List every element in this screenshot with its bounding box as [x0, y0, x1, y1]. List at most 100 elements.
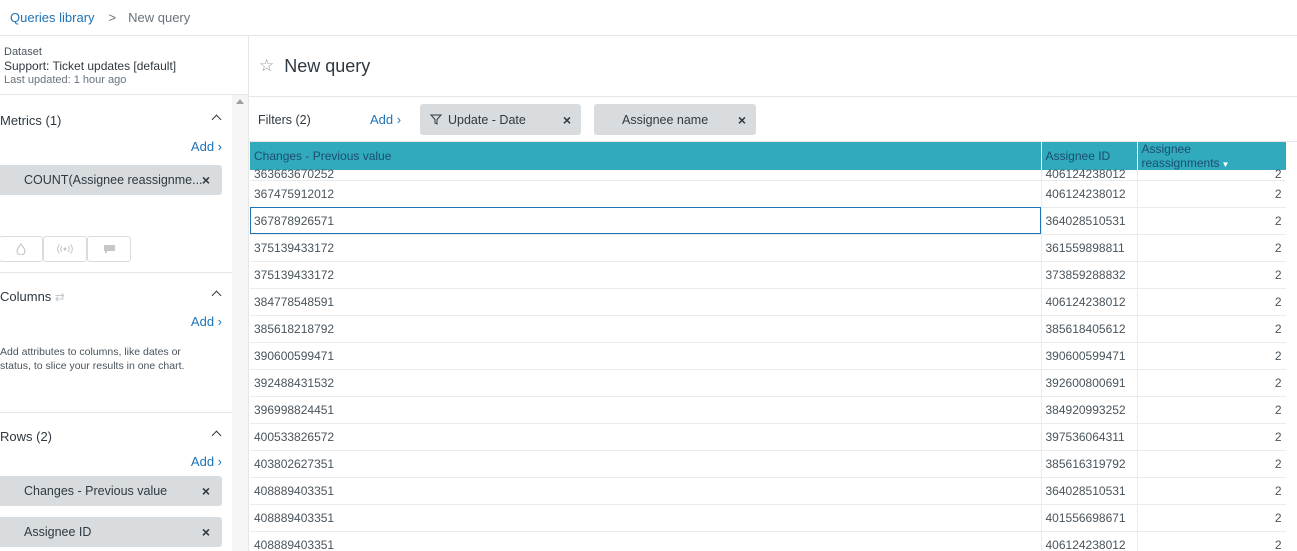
swap-icon[interactable]: ⇄ — [55, 290, 65, 304]
table-cell[interactable]: 2 — [1137, 531, 1286, 551]
dataset-label: Dataset — [4, 46, 42, 58]
table-cell[interactable]: 384778548591 — [250, 288, 1042, 316]
table-cell[interactable]: 2 — [1137, 261, 1286, 289]
table-row[interactable]: 384778548591 406124238012 2 — [250, 288, 1286, 316]
table-cell[interactable]: 2 — [1137, 450, 1286, 478]
remove-row-icon[interactable]: × — [202, 524, 210, 540]
rows-add-link[interactable]: Add › — [191, 454, 222, 469]
column-header-sorted[interactable]: Assignee reassignments ▼ — [1137, 142, 1286, 170]
table-cell[interactable]: 367878926571 — [250, 207, 1042, 235]
dataset-name: Support: Ticket updates [default] — [4, 59, 177, 73]
filters-add-link[interactable]: Add › — [370, 112, 401, 127]
table-cell[interactable]: 2 — [1137, 369, 1286, 397]
table-cell[interactable]: 2 — [1137, 477, 1286, 505]
columns-collapse-chevron-icon[interactable] — [211, 290, 222, 301]
breadcrumb-separator: > — [108, 10, 117, 25]
table-cell[interactable]: 2 — [1137, 207, 1286, 235]
table-row[interactable]: 408889403351 401556698671 2 — [250, 504, 1286, 532]
row-pill-assignee-id[interactable]: Assignee ID × — [0, 517, 222, 547]
table-cell[interactable]: 375139433172 — [250, 234, 1042, 262]
columns-add-link[interactable]: Add › — [191, 314, 222, 329]
table-cell[interactable]: 2 — [1137, 234, 1286, 262]
table-row[interactable]: 375139433172 373859288832 2 — [250, 261, 1286, 289]
results-table: Changes - Previous value Assignee ID Ass… — [250, 142, 1286, 551]
table-cell[interactable]: 406124238012 — [1041, 288, 1138, 316]
metrics-collapse-chevron-icon[interactable] — [211, 114, 222, 125]
scroll-up-arrow-icon[interactable] — [236, 99, 244, 104]
table-row[interactable]: 408889403351 364028510531 2 — [250, 477, 1286, 505]
table-cell[interactable]: 397536064311 — [1041, 423, 1138, 451]
table-cell[interactable]: 385618218792 — [250, 315, 1042, 343]
filter-funnel-icon — [430, 114, 442, 125]
remove-row-icon[interactable]: × — [202, 483, 210, 499]
filter-pill-assignee-name[interactable]: Assignee name × — [594, 104, 756, 135]
filters-bar: Filters (2) Add › Update - Date × Assign… — [249, 97, 1297, 142]
table-cell[interactable]: 408889403351 — [250, 477, 1042, 505]
table-row[interactable]: 363663670252 406124238012 2 — [250, 168, 1286, 181]
table-cell[interactable]: 363663670252 — [250, 168, 1042, 181]
table-cell[interactable]: 2 — [1137, 342, 1286, 370]
table-row[interactable]: 396998824451 384920993252 2 — [250, 396, 1286, 424]
table-cell[interactable]: 364028510531 — [1041, 207, 1138, 235]
table-cell[interactable]: 385616319792 — [1041, 450, 1138, 478]
drop-icon[interactable] — [0, 236, 43, 262]
sidebar-scrollbar[interactable] — [232, 95, 248, 551]
row-pill-label: Assignee ID — [24, 525, 92, 539]
table-cell[interactable]: 2 — [1137, 288, 1286, 316]
table-cell[interactable]: 364028510531 — [1041, 477, 1138, 505]
table-row[interactable]: 392488431532 392600800691 2 — [250, 369, 1286, 397]
table-cell[interactable]: 384920993252 — [1041, 396, 1138, 424]
table-row[interactable]: 375139433172 361559898811 2 — [250, 234, 1286, 262]
table-cell[interactable]: 392488431532 — [250, 369, 1042, 397]
results-table-container[interactable]: Changes - Previous value Assignee ID Ass… — [250, 142, 1286, 551]
dataset-info[interactable]: Dataset Support: Ticket updates [default… — [0, 36, 248, 95]
table-cell[interactable]: 406124238012 — [1041, 180, 1138, 208]
table-cell[interactable]: 403802627351 — [250, 450, 1042, 478]
table-row[interactable]: 400533826572 397536064311 2 — [250, 423, 1286, 451]
column-header[interactable]: Changes - Previous value — [250, 142, 1042, 170]
column-header[interactable]: Assignee ID — [1041, 142, 1138, 170]
table-cell[interactable]: 2 — [1137, 168, 1286, 181]
breadcrumb: Queries library > New query — [0, 0, 1297, 36]
table-cell[interactable]: 2 — [1137, 180, 1286, 208]
table-cell[interactable]: 373859288832 — [1041, 261, 1138, 289]
table-cell[interactable]: 390600599471 — [1041, 342, 1138, 370]
comment-icon[interactable] — [87, 236, 131, 262]
remove-metric-icon[interactable]: × — [202, 172, 210, 188]
table-cell[interactable]: 396998824451 — [250, 396, 1042, 424]
table-row[interactable]: 367878926571 364028510531 2 — [250, 207, 1286, 235]
table-cell[interactable]: 2 — [1137, 504, 1286, 532]
filter-pill-update-date[interactable]: Update - Date × — [420, 104, 581, 135]
signal-icon[interactable] — [43, 236, 87, 262]
table-cell[interactable]: 2 — [1137, 396, 1286, 424]
table-cell[interactable]: 2 — [1137, 423, 1286, 451]
table-cell[interactable]: 385618405612 — [1041, 315, 1138, 343]
row-pill-changes-previous-value[interactable]: Changes - Previous value × — [0, 476, 222, 506]
table-cell[interactable]: 406124238012 — [1041, 168, 1138, 181]
table-cell[interactable]: 401556698671 — [1041, 504, 1138, 532]
table-row[interactable]: 403802627351 385616319792 2 — [250, 450, 1286, 478]
table-cell[interactable]: 408889403351 — [250, 504, 1042, 532]
query-title[interactable]: New query — [284, 56, 370, 77]
table-row[interactable]: 408889403351 406124238012 2 — [250, 531, 1286, 551]
table-row[interactable]: 385618218792 385618405612 2 — [250, 315, 1286, 343]
rows-collapse-chevron-icon[interactable] — [211, 430, 222, 441]
table-row[interactable]: 390600599471 390600599471 2 — [250, 342, 1286, 370]
table-cell[interactable]: 361559898811 — [1041, 234, 1138, 262]
metrics-add-link[interactable]: Add › — [191, 139, 222, 154]
table-cell[interactable]: 375139433172 — [250, 261, 1042, 289]
table-cell[interactable]: 2 — [1137, 315, 1286, 343]
metric-pill[interactable]: COUNT(Assignee reassignme... × — [0, 165, 222, 195]
table-cell[interactable]: 406124238012 — [1041, 531, 1138, 551]
breadcrumb-queries-library-link[interactable]: Queries library — [10, 10, 95, 25]
table-row[interactable]: 367475912012 406124238012 2 — [250, 180, 1286, 208]
columns-title: Columns ⇄ — [0, 289, 65, 304]
remove-filter-icon[interactable]: × — [738, 112, 746, 128]
favorite-star-icon[interactable]: ☆ — [259, 56, 274, 76]
table-cell[interactable]: 367475912012 — [250, 180, 1042, 208]
table-cell[interactable]: 392600800691 — [1041, 369, 1138, 397]
remove-filter-icon[interactable]: × — [563, 112, 571, 128]
table-cell[interactable]: 400533826572 — [250, 423, 1042, 451]
table-cell[interactable]: 408889403351 — [250, 531, 1042, 551]
table-cell[interactable]: 390600599471 — [250, 342, 1042, 370]
